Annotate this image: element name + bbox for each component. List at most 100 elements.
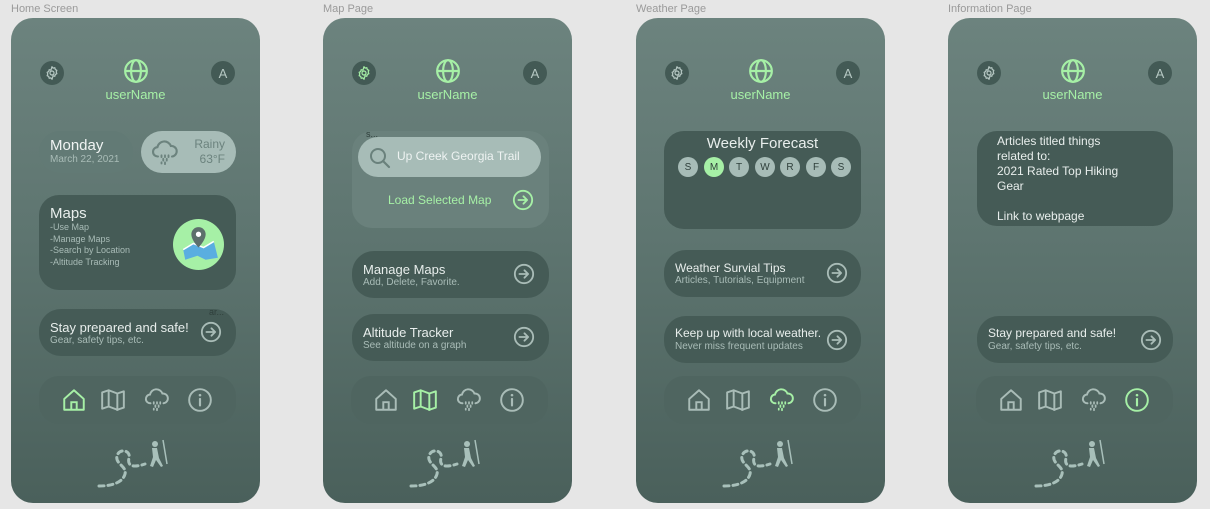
manage-sub: Add, Delete, Favorite.	[363, 277, 460, 288]
info-icon[interactable]	[1124, 387, 1150, 413]
maps-item: -Manage Maps	[50, 233, 111, 244]
gear-icon	[669, 65, 685, 81]
hiker-trail-icon	[405, 436, 485, 491]
arrow-right-icon[interactable]	[512, 189, 534, 211]
day-button[interactable]: S	[678, 157, 698, 177]
local-sub: Never miss frequent updates	[675, 341, 803, 352]
weather-icon[interactable]	[456, 387, 482, 413]
home-screen: userName A Monday March 22, 2021 Rainy 6…	[11, 18, 260, 503]
settings-button[interactable]	[977, 61, 1001, 85]
weather-condition: Rainy	[194, 137, 225, 151]
frame-label-map: Map Page	[323, 3, 374, 15]
frame-label-weather: Weather Page	[636, 3, 707, 15]
arrow-right-icon[interactable]	[826, 329, 848, 351]
map-icon[interactable]	[100, 387, 126, 413]
home-icon[interactable]	[373, 387, 399, 413]
map-icon[interactable]	[725, 387, 751, 413]
arrow-right-icon[interactable]	[200, 321, 222, 343]
arrow-right-icon[interactable]	[513, 263, 535, 285]
search-value: Up Creek Georgia Trail	[397, 149, 520, 163]
stay-prepared-card[interactable]: Stay prepared and safe! Gear, safety tip…	[977, 316, 1173, 363]
tips-sub: Articles, Tutorials, Equipment	[675, 275, 805, 286]
settings-button[interactable]	[665, 61, 689, 85]
hiker-trail-icon	[1030, 436, 1110, 491]
map-page: userName A s... Up Creek Georgia Trail L…	[323, 18, 572, 503]
weather-temp: 63°F	[199, 152, 225, 166]
article-line: Articles titled things	[997, 134, 1101, 148]
day-button[interactable]: R	[780, 157, 800, 177]
articles-text: Articles titled things related to: 2021 …	[997, 134, 1118, 224]
home-icon[interactable]	[686, 387, 712, 413]
arrow-right-icon[interactable]	[826, 262, 848, 284]
username: userName	[730, 87, 791, 102]
gear-icon	[356, 65, 372, 81]
hiker-trail-icon	[93, 436, 173, 491]
avatar[interactable]: A	[1148, 61, 1172, 85]
weather-icon[interactable]	[1081, 387, 1107, 413]
altitude-title: Altitude Tracker	[363, 325, 454, 340]
date-card: Monday March 22, 2021	[39, 131, 133, 173]
stay-prepared-card[interactable]: ar... Stay prepared and safe! Gear, safe…	[39, 307, 236, 356]
bottom-nav	[351, 376, 548, 424]
stay-title: Stay prepared and safe!	[988, 326, 1117, 340]
stay-sub: Gear, safety tips, etc.	[50, 335, 144, 346]
avatar[interactable]: A	[523, 61, 547, 85]
info-icon[interactable]	[812, 387, 838, 413]
altitude-tracker-card[interactable]: Altitude Tracker See altitude on a graph	[352, 314, 549, 361]
settings-button[interactable]	[40, 61, 64, 85]
globe-icon	[123, 58, 149, 84]
date-full: March 22, 2021	[50, 154, 120, 165]
tips-title: Weather Survial Tips	[675, 261, 786, 275]
maps-item: -Altitude Tracking	[50, 256, 120, 267]
avatar[interactable]: A	[211, 61, 235, 85]
weather-page: userName A Weekly Forecast S M T W R F S…	[636, 18, 885, 503]
day-button[interactable]: T	[729, 157, 749, 177]
username: userName	[1042, 87, 1103, 102]
search-icon	[368, 146, 392, 170]
stay-title: Stay prepared and safe!	[50, 320, 189, 335]
stay-sub: Gear, safety tips, etc.	[988, 341, 1082, 352]
arrow-right-icon[interactable]	[513, 326, 535, 348]
bottom-nav	[664, 376, 861, 424]
map-icon[interactable]	[412, 387, 438, 413]
avatar[interactable]: A	[836, 61, 860, 85]
username: userName	[417, 87, 478, 102]
arrow-right-icon[interactable]	[1140, 329, 1162, 351]
info-icon[interactable]	[499, 387, 525, 413]
frame-label-info: Information Page	[948, 3, 1032, 15]
day-button[interactable]: F	[806, 157, 826, 177]
day-button-active[interactable]: M	[704, 157, 724, 177]
webpage-link[interactable]: Link to webpage	[997, 209, 1118, 224]
article-line: Gear	[997, 179, 1024, 193]
username: userName	[105, 87, 166, 102]
altitude-sub: See altitude on a graph	[363, 340, 467, 351]
maps-card[interactable]: Maps -Use Map -Manage Maps -Search by Lo…	[39, 195, 236, 290]
settings-button[interactable]	[352, 61, 376, 85]
article-line: 2021 Rated Top Hiking	[997, 164, 1119, 178]
load-map-button[interactable]: Load Selected Map	[388, 193, 491, 207]
day-button[interactable]: S	[831, 157, 851, 177]
overflow-text: ar...	[209, 307, 225, 317]
local-weather-card[interactable]: Keep up with local weather. Never miss f…	[664, 316, 861, 363]
home-icon[interactable]	[61, 387, 87, 413]
manage-maps-card[interactable]: Manage Maps Add, Delete, Favorite.	[352, 251, 549, 298]
weather-icon[interactable]	[769, 387, 795, 413]
forecast-title: Weekly Forecast	[706, 135, 819, 152]
date-day: Monday	[50, 137, 104, 154]
map-pin-icon	[182, 227, 218, 260]
search-input[interactable]: Up Creek Georgia Trail	[358, 137, 541, 177]
globe-icon	[1060, 58, 1086, 84]
maps-items: -Use Map -Manage Maps -Search by Locatio…	[50, 222, 130, 268]
map-icon[interactable]	[1037, 387, 1063, 413]
day-button[interactable]: W	[755, 157, 775, 177]
gear-icon	[44, 65, 60, 81]
weekly-forecast-card: Weekly Forecast S M T W R F S	[664, 131, 861, 229]
maps-item: -Use Map	[50, 222, 90, 232]
info-icon[interactable]	[187, 387, 213, 413]
home-icon[interactable]	[998, 387, 1024, 413]
manage-title: Manage Maps	[363, 262, 446, 277]
weather-icon[interactable]	[144, 387, 170, 413]
weather-card[interactable]: Rainy 63°F	[141, 131, 236, 173]
rain-cloud-icon	[151, 139, 179, 167]
weather-tips-card[interactable]: Weather Survial Tips Articles, Tutorials…	[664, 250, 861, 297]
